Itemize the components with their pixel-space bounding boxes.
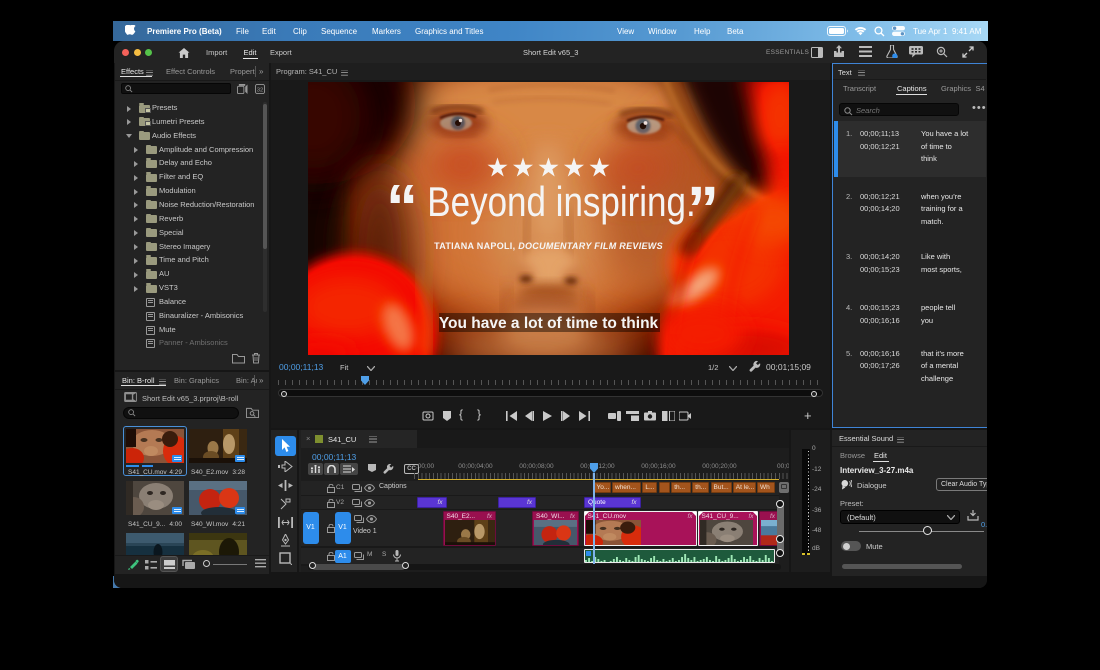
- svg-text:32: 32: [257, 87, 264, 93]
